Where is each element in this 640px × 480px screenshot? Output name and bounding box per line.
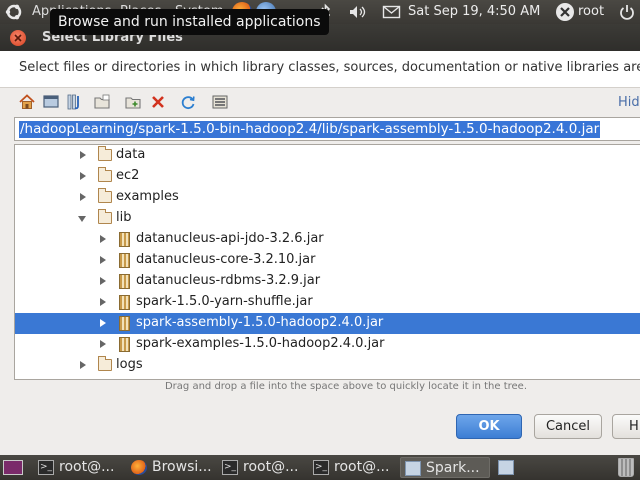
jar-file-icon [119, 316, 130, 331]
expand-arrow-icon[interactable] [100, 319, 106, 327]
tree-item-label: spark-1.5.0-yarn-shuffle.jar [136, 294, 313, 309]
task-label: Browsi... [152, 459, 212, 475]
expand-arrow-icon[interactable] [100, 277, 106, 285]
home-icon[interactable] [18, 93, 36, 111]
file-tree[interactable]: data ec2 examples lib datanucleus-api-jd… [14, 144, 640, 380]
tree-row-lib[interactable]: lib [15, 208, 640, 229]
tree-item-label: examples [116, 189, 179, 204]
expand-arrow-icon[interactable] [80, 172, 86, 180]
task-label: root@... [334, 459, 390, 475]
new-folder-icon[interactable] [124, 93, 142, 111]
dialog-description: Select files or directories in which lib… [19, 60, 640, 75]
folder-icon [97, 188, 112, 203]
task-label: root@... [59, 459, 115, 475]
tree-row-ec2[interactable]: ec2 [15, 166, 640, 187]
tree-item-label: data [116, 147, 146, 162]
task-browser[interactable]: Browsi... [127, 457, 217, 478]
user-status-icon[interactable] [556, 3, 574, 21]
jar-file-icon [119, 295, 130, 310]
netbeans-icon [405, 461, 421, 476]
task-terminal-3[interactable]: root@... [309, 457, 397, 478]
expand-arrow-icon[interactable] [80, 361, 86, 369]
task-terminal-1[interactable]: root@... [34, 457, 126, 478]
delete-icon[interactable] [149, 93, 167, 111]
task-netbeans[interactable] [494, 457, 522, 478]
desktop-icon[interactable] [42, 93, 60, 111]
task-label: root@... [243, 459, 299, 475]
user-name[interactable]: root [578, 4, 604, 19]
folder-icon [97, 356, 112, 371]
tree-row-examples[interactable]: examples [15, 187, 640, 208]
firefox-icon [131, 460, 147, 475]
tree-item-label: datanucleus-rdbms-3.2.9.jar [136, 273, 321, 288]
tree-item-label: lib [116, 210, 132, 225]
description-band: Select files or directories in which lib… [0, 51, 640, 88]
tree-row-jar[interactable]: spark-examples-1.5.0-hadoop2.4.0.jar [15, 334, 640, 355]
help-button[interactable]: H [612, 414, 640, 439]
trash-icon[interactable] [618, 458, 634, 477]
expand-arrow-icon[interactable] [80, 193, 86, 201]
tree-row-jar-selected[interactable]: spark-assembly-1.5.0-hadoop2.4.0.jar [15, 313, 640, 334]
jar-file-icon [119, 253, 130, 268]
tree-row-jar[interactable]: datanucleus-api-jdo-3.2.6.jar [15, 229, 640, 250]
hide-path-link[interactable]: Hid [618, 95, 640, 110]
jar-file-icon [119, 232, 130, 247]
path-input[interactable]: /hadoopLearning/spark-1.5.0-bin-hadoop2.… [14, 117, 640, 141]
close-icon[interactable] [10, 30, 26, 46]
view-details-icon[interactable] [211, 93, 229, 111]
tree-row-jar[interactable]: datanucleus-rdbms-3.2.9.jar [15, 271, 640, 292]
applications-tooltip: Browse and run installed applications [50, 9, 329, 35]
task-label: Spark... [426, 460, 480, 476]
expand-arrow-icon[interactable] [100, 256, 106, 264]
expand-arrow-icon[interactable] [80, 151, 86, 159]
collapse-arrow-icon[interactable] [78, 216, 86, 222]
volume-icon[interactable] [348, 3, 370, 21]
expand-arrow-icon[interactable] [100, 298, 106, 306]
power-icon[interactable] [618, 3, 636, 25]
tree-item-label: ec2 [116, 168, 140, 183]
drag-drop-hint: Drag and drop a file into the space abov… [164, 381, 528, 392]
folder-icon [97, 167, 112, 182]
tree-item-label: logs [116, 357, 143, 372]
jar-file-icon [119, 274, 130, 289]
tree-row-logs[interactable]: logs [15, 355, 640, 376]
cancel-button[interactable]: Cancel [534, 414, 602, 439]
netbeans-icon [498, 460, 514, 475]
task-terminal-2[interactable]: root@... [218, 457, 306, 478]
expand-arrow-icon[interactable] [100, 340, 106, 348]
file-toolbar: Hid [0, 89, 640, 115]
terminal-icon [313, 457, 329, 478]
clock[interactable]: Sat Sep 19, 4:50 AM [408, 4, 540, 19]
tree-item-label: datanucleus-core-3.2.10.jar [136, 252, 316, 267]
expand-arrow-icon[interactable] [100, 235, 106, 243]
tree-item-label: spark-assembly-1.5.0-hadoop2.4.0.jar [136, 315, 384, 330]
terminal-icon [222, 457, 238, 478]
mail-icon[interactable] [382, 3, 402, 21]
show-desktop-icon[interactable] [3, 460, 23, 475]
folder-icon [97, 146, 112, 161]
tree-row-jar[interactable]: datanucleus-core-3.2.10.jar [15, 250, 640, 271]
folder-icon [97, 209, 112, 224]
bottom-taskbar: root@... Browsi... root@... root@... Spa… [0, 455, 640, 480]
path-input-selected-text: /hadoopLearning/spark-1.5.0-bin-hadoop2.… [19, 121, 601, 138]
refresh-icon[interactable] [179, 93, 197, 111]
ok-button[interactable]: OK [456, 414, 522, 439]
up-folder-icon[interactable] [93, 93, 111, 111]
tree-row-jar[interactable]: spark-1.5.0-yarn-shuffle.jar [15, 292, 640, 313]
tree-item-label: datanucleus-api-jdo-3.2.6.jar [136, 231, 324, 246]
task-spark-dialog[interactable]: Spark... [400, 457, 490, 478]
terminal-icon [38, 457, 54, 478]
jar-file-icon [119, 337, 130, 352]
ubuntu-logo-icon[interactable] [5, 3, 23, 21]
tree-item-label: spark-examples-1.5.0-hadoop2.4.0.jar [136, 336, 385, 351]
tree-row-data[interactable]: data [15, 145, 640, 166]
project-icon[interactable] [66, 93, 84, 111]
